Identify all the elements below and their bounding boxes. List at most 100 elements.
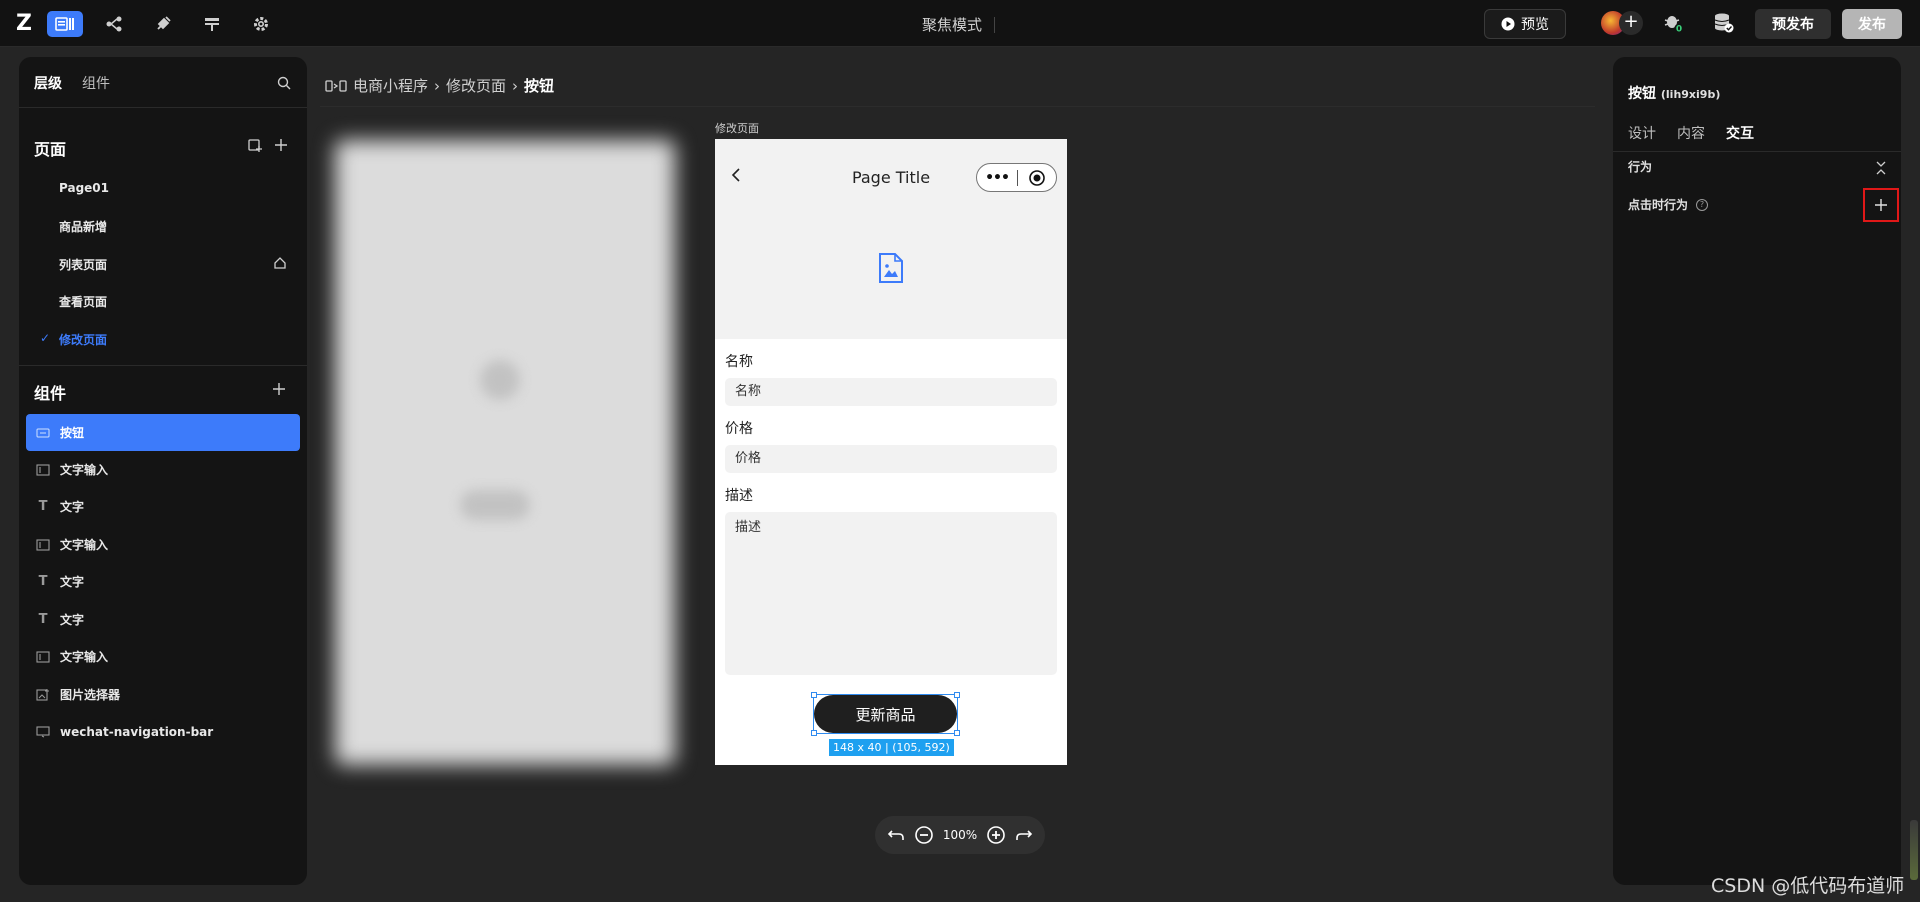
divider — [1613, 151, 1901, 152]
resize-handle[interactable] — [954, 730, 960, 736]
help-icon[interactable]: ? — [1696, 198, 1709, 211]
price-field-label: 价格 — [725, 421, 753, 437]
watermark: CSDN @低代码布道师 — [1711, 875, 1905, 897]
breadcrumb-app[interactable]: 电商小程序 — [353, 75, 428, 96]
layout-icon — [55, 17, 74, 31]
tab-design[interactable]: 设计 — [1628, 123, 1656, 143]
add-page-folder-icon[interactable] — [247, 137, 263, 153]
page-item[interactable]: 查看页面 — [59, 293, 107, 310]
element-id: (lih9xi9b) — [1660, 88, 1721, 101]
name-input[interactable]: 名称 — [725, 378, 1057, 406]
image-placeholder-icon — [879, 253, 903, 283]
preview-button[interactable]: 预览 — [1484, 9, 1566, 39]
phone-canvas[interactable]: Page Title ••• 名称 名称 价格 价格 描述 描述 更新商品 14… — [715, 139, 1067, 765]
zoom-toolbar: 100% — [875, 816, 1045, 854]
zoom-in-icon[interactable] — [986, 825, 1006, 845]
zoom-level: 100% — [942, 828, 978, 842]
tab-content[interactable]: 内容 — [1677, 123, 1705, 143]
gear-icon — [254, 17, 268, 31]
component-item-button[interactable]: 按钮 — [26, 414, 300, 451]
add-page-icon[interactable] — [273, 137, 289, 153]
breadcrumb-page[interactable]: 修改页面 — [446, 75, 506, 96]
blurred-page-preview[interactable] — [335, 140, 675, 765]
preview-label: 预览 — [1521, 17, 1549, 33]
plugin-tool-button[interactable] — [145, 11, 181, 37]
tab-interaction[interactable]: 交互 — [1726, 123, 1754, 143]
canvas-page-label: 修改页面 — [715, 122, 759, 135]
data-tool-button[interactable] — [194, 11, 230, 37]
divider — [19, 365, 307, 366]
flow-tool-button[interactable] — [96, 11, 132, 37]
text-icon: T — [38, 574, 48, 589]
flow-icon — [106, 16, 122, 32]
component-item[interactable]: T 文字 — [26, 488, 300, 525]
add-component-icon[interactable] — [271, 381, 287, 397]
component-label: 文字输入 — [60, 650, 109, 664]
component-item[interactable]: wechat-navigation-bar — [26, 713, 300, 750]
description-field-label: 描述 — [725, 488, 753, 504]
tab-layers[interactable]: 层级 — [34, 73, 62, 93]
plus-icon — [1875, 199, 1887, 211]
right-panel: 按钮 (lih9xi9b) 设计 内容 交互 行为 点击时行为 ? — [1613, 57, 1901, 885]
scroll-indicator — [1910, 820, 1918, 880]
pre-publish-button[interactable]: 预发布 — [1755, 9, 1831, 39]
more-icon[interactable]: ••• — [977, 170, 1017, 186]
selected-button-frame[interactable]: 更新商品 — [811, 692, 960, 736]
pages-section-title: 页面 — [34, 140, 67, 159]
publish-button[interactable]: 发布 — [1842, 9, 1902, 39]
component-label: 文字输入 — [60, 463, 109, 477]
app-logo: Z — [16, 11, 32, 36]
debug-button[interactable]: 0 — [1663, 12, 1685, 38]
undo-icon[interactable] — [887, 828, 905, 842]
component-item[interactable]: 文字输入 — [26, 526, 300, 563]
resize-handle[interactable] — [954, 692, 960, 698]
component-label: 文字 — [60, 613, 85, 627]
top-bar: Z 聚焦模式 预览 + 0 预发布 发布 — [0, 0, 1920, 47]
page-item-active[interactable]: 修改页面 — [59, 331, 107, 348]
focus-mode-title: 聚焦模式 — [922, 16, 983, 34]
nav-bar-icon — [36, 725, 50, 739]
component-item[interactable]: T 文字 — [26, 563, 300, 600]
search-button[interactable] — [277, 75, 291, 94]
zoom-out-icon[interactable] — [914, 825, 934, 845]
update-product-button[interactable]: 更新商品 — [814, 695, 957, 733]
settings-tool-button[interactable] — [243, 11, 279, 37]
layout-tool-button[interactable] — [47, 11, 83, 37]
click-behavior-label: 点击时行为 — [1628, 198, 1689, 212]
data-structure-icon — [205, 18, 219, 31]
breadcrumb: 电商小程序 › 修改页面 › 按钮 — [325, 75, 554, 96]
divider — [994, 17, 995, 33]
add-click-action-button[interactable] — [1863, 188, 1899, 222]
component-item[interactable]: 文字输入 — [26, 638, 300, 675]
description-textarea[interactable]: 描述 — [725, 512, 1057, 675]
database-check-icon — [1714, 13, 1734, 33]
collapse-icon[interactable] — [1875, 161, 1887, 175]
database-button[interactable] — [1713, 12, 1735, 38]
breadcrumb-separator: › — [512, 76, 519, 95]
element-type: 按钮 — [1628, 86, 1656, 102]
resize-handle[interactable] — [811, 692, 817, 698]
collaborator-avatar-group[interactable]: + — [1601, 10, 1643, 38]
wechat-capsule[interactable]: ••• — [976, 163, 1057, 192]
resize-handle[interactable] — [811, 730, 817, 736]
component-label: 按钮 — [60, 426, 85, 440]
left-panel-tabs: 层级 组件 — [19, 57, 307, 108]
page-item[interactable]: 列表页面 — [59, 256, 107, 273]
component-label: 文字 — [60, 500, 85, 514]
text-icon: T — [38, 612, 48, 627]
page-item[interactable]: Page01 — [59, 181, 109, 195]
page-item[interactable]: 商品新增 — [59, 218, 107, 235]
close-capsule-icon[interactable] — [1018, 169, 1056, 187]
pages-actions — [247, 137, 289, 153]
breadcrumb-separator: › — [434, 76, 441, 95]
component-item[interactable]: 文字输入 — [26, 451, 300, 488]
tab-components[interactable]: 组件 — [82, 73, 110, 93]
price-input[interactable]: 价格 — [725, 445, 1057, 473]
component-item[interactable]: 图片选择器 — [26, 676, 300, 713]
behavior-section-title: 行为 — [1628, 160, 1653, 174]
component-item[interactable]: T 文字 — [26, 601, 300, 638]
component-label: 文字 — [60, 575, 85, 589]
redo-icon[interactable] — [1015, 828, 1033, 842]
left-panel: 层级 组件 页面 Page01 商品新增 列表页面 查看页面 ✓ 修改页面 组件… — [19, 57, 307, 885]
size-position-tag: 148 x 40 | (105, 592) — [829, 739, 954, 756]
